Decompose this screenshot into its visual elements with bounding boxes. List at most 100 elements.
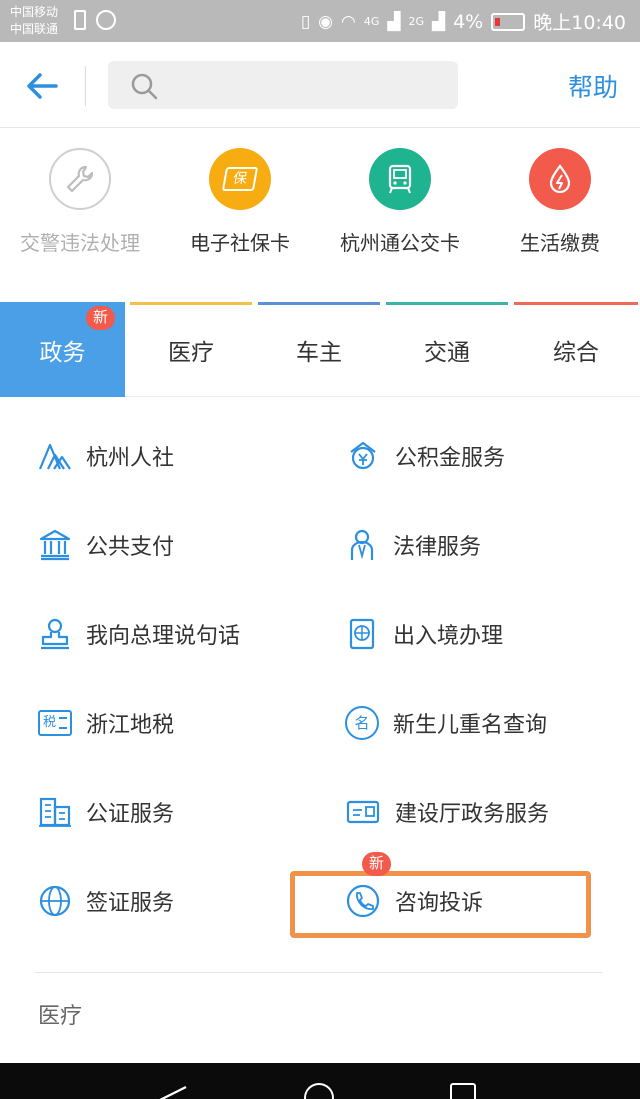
service-exit-entry[interactable]: 出入境办理 <box>345 609 503 659</box>
nav-back-icon[interactable] <box>158 1085 190 1099</box>
service-label: 浙江地税 <box>86 713 175 738</box>
service-visa[interactable]: 签证服务 <box>38 876 174 926</box>
tax-icon: 税 <box>38 710 72 736</box>
notification-icons <box>74 10 116 30</box>
quick-item-social-card[interactable]: 保 电子社保卡 <box>160 148 320 256</box>
tab-color-line <box>386 302 508 305</box>
tab-label: 车主 <box>296 339 342 366</box>
notary-building-icon <box>39 797 71 827</box>
service-label: 法律服务 <box>393 535 482 560</box>
globe-icon <box>39 885 71 917</box>
quick-item-traffic-violation[interactable]: 交警违法处理 <box>0 148 160 256</box>
clock: 晚上10:40 <box>533 12 626 34</box>
quick-item-label: 电子社保卡 <box>190 231 290 255</box>
tab-color-line <box>130 302 252 305</box>
header-divider <box>85 66 86 106</box>
card-glyph: 保 <box>221 167 259 191</box>
battery-percent: 4% <box>453 10 484 33</box>
tab-label: 政务 <box>39 339 86 366</box>
quick-item-label: 交警违法处理 <box>20 231 140 255</box>
housing-fund-icon <box>350 441 376 470</box>
service-label: 公证服务 <box>86 802 175 827</box>
page: 中国移动 中国联通 ▯ ◉ ◠ 4G ▟ 2G ▟ 4% 晚上10:40 帮助 … <box>0 0 640 1099</box>
service-notary[interactable]: 公证服务 <box>38 787 174 837</box>
bank-icon <box>39 529 71 561</box>
service-label: 公积金服务 <box>395 446 506 471</box>
utility-drop-icon <box>529 148 591 210</box>
nav-recent-icon[interactable] <box>450 1083 476 1099</box>
quick-item-bus-card[interactable]: 杭州通公交卡 <box>320 148 480 256</box>
service-zhejiang-tax[interactable]: 税 浙江地税 <box>38 698 174 748</box>
tab-color-line <box>258 302 380 305</box>
tab-label: 交通 <box>424 339 470 366</box>
signal-icon: ▟ <box>387 11 401 32</box>
service-newborn-name[interactable]: 名 新生儿重名查询 <box>345 698 547 748</box>
tab-car-owner[interactable]: 车主 <box>256 302 382 397</box>
lawyer-icon <box>350 529 374 560</box>
service-label: 新生儿重名查询 <box>393 713 548 738</box>
section-divider <box>35 972 603 973</box>
quick-item-utilities[interactable]: 生活缴费 <box>480 148 640 256</box>
carrier-2: 中国联通 <box>10 22 59 36</box>
service-public-payment[interactable]: 公共支付 <box>38 520 174 570</box>
service-label: 杭州人社 <box>86 446 175 471</box>
new-badge: 新 <box>86 306 116 330</box>
net-2: 2G <box>408 15 424 28</box>
quick-services: 交警违法处理 保 电子社保卡 杭州通公交卡 生活缴费 <box>0 128 640 302</box>
service-label: 我向总理说句话 <box>86 624 241 649</box>
quick-item-label: 生活缴费 <box>520 231 600 255</box>
nav-home-icon[interactable] <box>304 1083 334 1099</box>
search-icon <box>131 73 158 100</box>
service-message-premier[interactable]: 我向总理说句话 <box>38 609 240 659</box>
eye-icon: ◉ <box>318 11 334 32</box>
new-badge: 新 <box>362 852 392 876</box>
insurance-card-icon: 保 <box>209 148 271 210</box>
name-glyph: 名 <box>354 714 370 732</box>
net-1: 4G <box>363 15 380 28</box>
wifi-icon: ◠ <box>341 11 356 32</box>
search-input[interactable] <box>108 61 458 109</box>
id-card-icon <box>346 800 380 824</box>
carrier-1: 中国移动 <box>10 5 59 19</box>
name-search-icon: 名 <box>345 706 379 740</box>
section-title: 医疗 <box>38 1004 83 1029</box>
service-label: 咨询投诉 <box>395 891 484 916</box>
app-notification-icon <box>96 10 116 30</box>
quick-item-label: 杭州通公交卡 <box>340 231 460 255</box>
tab-label: 综合 <box>553 339 599 366</box>
service-construction-dept[interactable]: 建设厅政务服务 <box>345 787 549 837</box>
status-bar: 中国移动 中国联通 ▯ ◉ ◠ 4G ▟ 2G ▟ 4% 晚上10:40 <box>0 0 640 42</box>
mountain-icon <box>38 443 71 470</box>
stamp-icon <box>41 618 69 650</box>
carrier-info: 中国移动 中国联通 <box>10 4 58 38</box>
notification-icon <box>74 10 86 30</box>
help-button[interactable]: 帮助 <box>568 68 618 104</box>
tab-general[interactable]: 综合 <box>512 302 640 397</box>
phone-icon <box>346 884 380 918</box>
back-button[interactable] <box>22 66 66 106</box>
tax-glyph: 税 <box>43 715 57 730</box>
passport-icon <box>349 618 375 650</box>
back-arrow-icon <box>27 73 58 99</box>
system-nav-bar <box>0 1063 640 1099</box>
tab-label: 医疗 <box>168 339 214 366</box>
tab-government[interactable]: 政务 新 <box>0 302 125 397</box>
service-consult-complaint[interactable]: 咨询投诉 <box>345 876 483 926</box>
service-hangzhou-hr[interactable]: 杭州人社 <box>38 431 174 481</box>
tab-color-line <box>514 302 638 305</box>
service-label: 公共支付 <box>86 535 175 560</box>
bus-card-icon <box>369 148 431 210</box>
service-housing-fund[interactable]: 公积金服务 <box>345 431 505 481</box>
signal-icon-2: ▟ <box>432 11 446 32</box>
tab-transport[interactable]: 交通 <box>384 302 510 397</box>
wrench-icon <box>49 148 111 210</box>
tab-medical[interactable]: 医疗 <box>128 302 254 397</box>
service-label: 签证服务 <box>86 891 175 916</box>
service-label: 出入境办理 <box>393 624 504 649</box>
header: 帮助 <box>0 42 640 128</box>
category-tabs: 政务 新 医疗 车主 交通 综合 <box>0 302 640 397</box>
battery-icon <box>491 12 526 31</box>
vibrate-icon: ▯ <box>300 11 311 32</box>
service-label: 建设厅政务服务 <box>395 802 550 827</box>
service-legal[interactable]: 法律服务 <box>345 520 481 570</box>
